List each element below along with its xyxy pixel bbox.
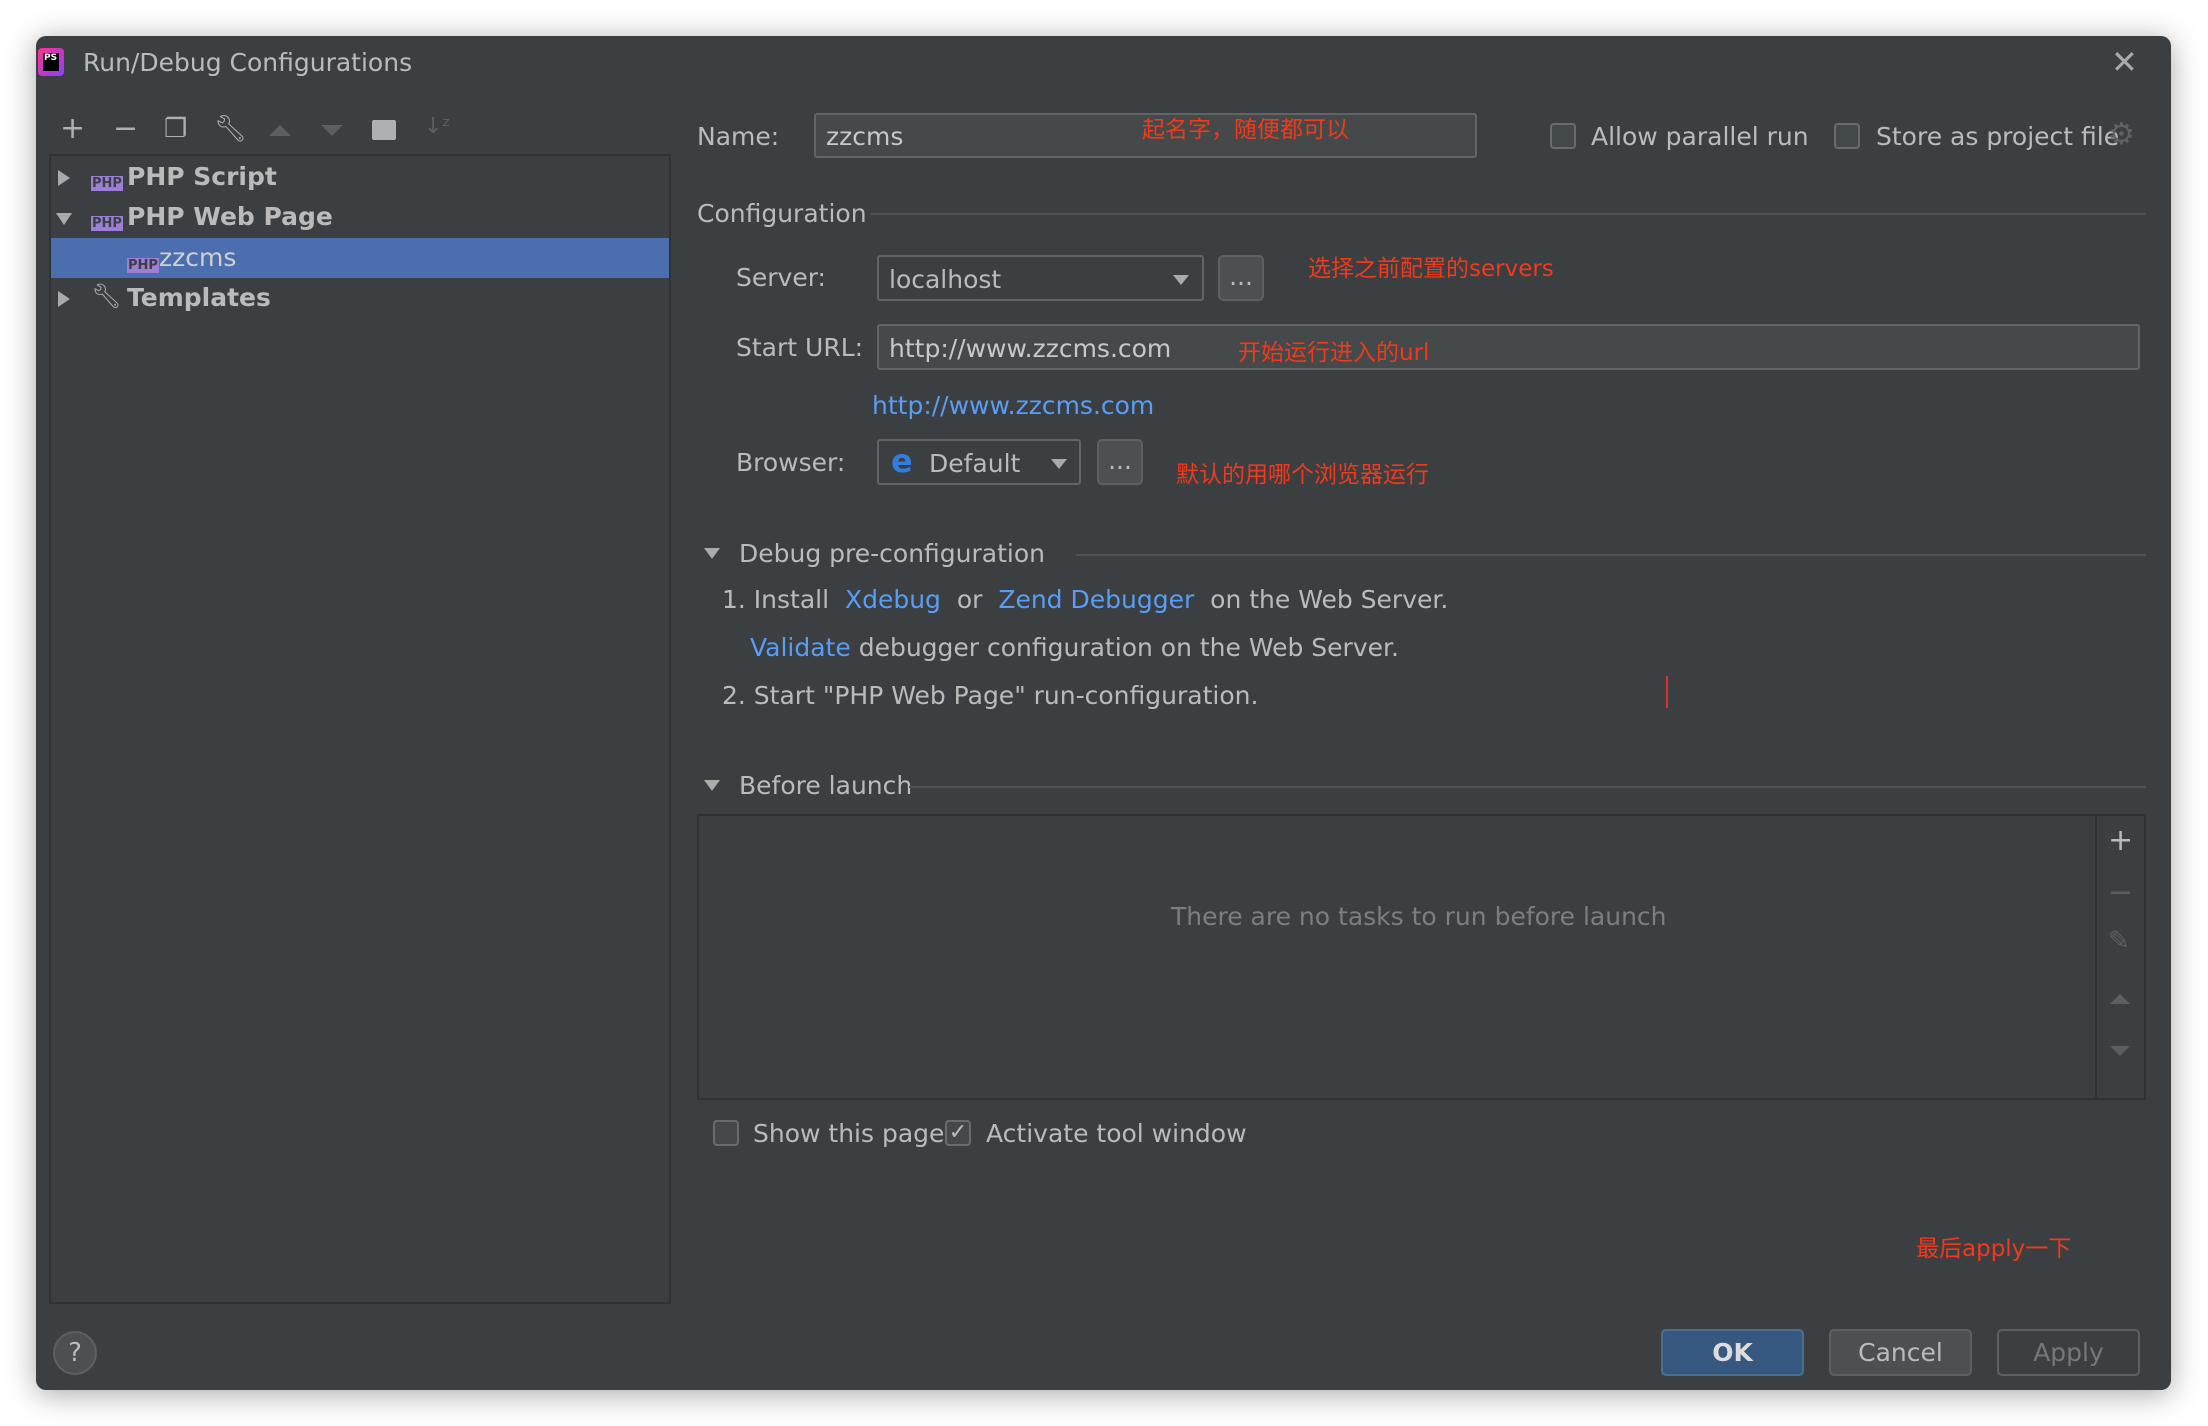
- show-this-page-checkbox[interactable]: [713, 1120, 739, 1146]
- name-value: zzcms: [826, 122, 904, 151]
- expand-arrow-icon[interactable]: [58, 170, 70, 186]
- validate-link[interactable]: Validate: [750, 633, 851, 662]
- browser-label: Browser:: [736, 448, 846, 477]
- expand-arrow-icon[interactable]: [58, 291, 70, 307]
- run-debug-dialog: PS Run/Debug Configurations ✕ + − ❐ 🔧︎ ↓…: [36, 36, 2171, 1390]
- configuration-title: Configuration: [697, 199, 867, 228]
- list-toolbar: + − ✎: [2095, 816, 2144, 1098]
- empty-text: There are no tasks to run before launch: [1171, 902, 1667, 931]
- start-url-value: http://www.zzcms.com: [889, 334, 1172, 363]
- collapse-arrow-icon[interactable]: [704, 548, 720, 559]
- wrench-icon[interactable]: 🔧︎: [214, 116, 247, 142]
- allow-parallel-run-label: Allow parallel run: [1591, 122, 1809, 151]
- annotation: 选择之前配置的servers: [1308, 256, 1554, 282]
- chevron-down-icon: [1051, 459, 1067, 469]
- tree-item-zzcms[interactable]: PHP zzcms: [51, 238, 669, 278]
- collapse-arrow-icon[interactable]: [56, 213, 72, 225]
- activate-tool-window-checkbox[interactable]: ✓: [945, 1120, 971, 1146]
- gear-icon[interactable]: ⚙: [2108, 120, 2135, 150]
- start-url-input[interactable]: http://www.zzcms.com 开始运行进入的url: [877, 324, 2140, 370]
- tree-item-php-web-page[interactable]: PHP Web Page: [127, 204, 333, 229]
- before-launch-title: Before launch: [739, 771, 913, 800]
- php-web-page-icon: PHP: [91, 216, 123, 231]
- help-button[interactable]: ?: [53, 1331, 97, 1375]
- plus-icon[interactable]: +: [2108, 826, 2133, 856]
- text: on the Web Server.: [1210, 585, 1449, 614]
- annotation: 最后apply一下: [1916, 1236, 2072, 1262]
- minus-icon[interactable]: −: [113, 114, 138, 144]
- divider: [1076, 554, 2146, 556]
- divider: [870, 213, 2146, 215]
- arrow-down-icon[interactable]: [321, 125, 343, 136]
- copy-icon[interactable]: ❐: [164, 116, 187, 142]
- debug-step-2: 2. Start "PHP Web Page" run-configuratio…: [722, 681, 1259, 710]
- config-tree: PHP PHP Script PHP PHP Web Page PHP zzcm…: [49, 154, 671, 1304]
- cancel-button[interactable]: Cancel: [1829, 1329, 1972, 1376]
- browser-browse-button[interactable]: ...: [1097, 439, 1143, 485]
- server-browse-button[interactable]: ...: [1218, 255, 1264, 301]
- wrench-icon: 🔧︎: [91, 282, 122, 310]
- new-folder-icon[interactable]: [372, 120, 396, 140]
- start-url-label: Start URL:: [736, 333, 864, 362]
- debug-validate: Validate debugger configuration on the W…: [750, 635, 1399, 660]
- show-this-page-label: Show this page: [753, 1119, 945, 1148]
- name-input[interactable]: zzcms 起名字，随便都可以: [814, 113, 1477, 158]
- arrow-up-icon[interactable]: [2110, 994, 2130, 1004]
- name-label: Name:: [697, 122, 780, 151]
- minus-icon[interactable]: −: [2108, 878, 2133, 908]
- phpstorm-icon: PS: [38, 48, 64, 76]
- browser-combobox[interactable]: e Default: [877, 439, 1081, 485]
- tree-item-label: zzcms: [159, 243, 237, 272]
- allow-parallel-run-checkbox[interactable]: [1550, 123, 1576, 149]
- sort-alpha-icon[interactable]: ↓ᶻ: [424, 116, 451, 138]
- browser-value: Default: [929, 449, 1021, 478]
- arrow-up-icon[interactable]: [269, 125, 291, 136]
- debug-preconfig-title: Debug pre-configuration: [739, 539, 1045, 568]
- tree-item-templates[interactable]: Templates: [127, 285, 271, 310]
- text: 1. Install: [722, 585, 830, 614]
- annotation: 开始运行进入的url: [1238, 340, 1430, 366]
- close-icon[interactable]: ✕: [2111, 46, 2138, 78]
- store-as-project-file-label: Store as project file: [1876, 122, 2120, 151]
- php-script-icon: PHP: [91, 176, 123, 191]
- zend-debugger-link[interactable]: Zend Debugger: [998, 585, 1194, 614]
- edge-icon: e: [891, 442, 913, 480]
- server-label: Server:: [736, 263, 826, 292]
- store-as-project-file-checkbox[interactable]: [1834, 123, 1860, 149]
- ok-button[interactable]: OK: [1661, 1329, 1804, 1376]
- server-value: localhost: [889, 265, 1002, 294]
- text: debugger configuration on the Web Server…: [858, 633, 1399, 662]
- annotation: 起名字，随便都可以: [1142, 117, 1349, 143]
- activate-tool-window-label: Activate tool window: [986, 1119, 1247, 1148]
- divider: [909, 786, 2146, 788]
- chevron-down-icon: [1173, 275, 1189, 285]
- debug-step-1: 1. Install Xdebug or Zend Debugger on th…: [722, 587, 1448, 612]
- collapse-arrow-icon[interactable]: [704, 780, 720, 791]
- text: or: [956, 585, 983, 614]
- window-title: Run/Debug Configurations: [83, 48, 413, 77]
- server-combobox[interactable]: localhost: [877, 255, 1204, 301]
- annotation: 默认的用哪个浏览器运行: [1176, 462, 1429, 488]
- apply-button[interactable]: Apply: [1997, 1329, 2140, 1376]
- arrow-down-icon[interactable]: [2110, 1046, 2130, 1056]
- before-launch-list[interactable]: There are no tasks to run before launch …: [697, 814, 2146, 1100]
- text-cursor: [1666, 676, 1668, 708]
- tree-item-php-script[interactable]: PHP Script: [127, 164, 277, 189]
- plus-icon[interactable]: +: [60, 114, 85, 144]
- php-web-page-icon: PHP: [127, 258, 159, 273]
- xdebug-link[interactable]: Xdebug: [845, 585, 941, 614]
- start-url-link[interactable]: http://www.zzcms.com: [872, 393, 1154, 418]
- edit-icon[interactable]: ✎: [2108, 928, 2130, 954]
